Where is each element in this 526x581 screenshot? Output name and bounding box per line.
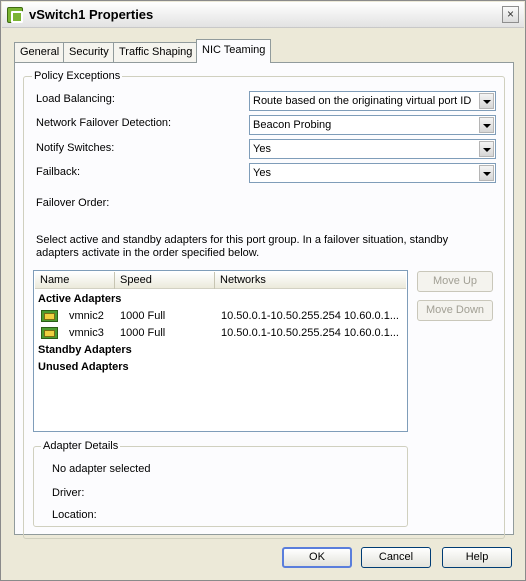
adapter-networks: 10.50.0.1-10.50.255.254 10.60.0.1... xyxy=(221,310,399,322)
table-row[interactable]: vmnic2 1000 Full 10.50.0.1-10.50.255.254… xyxy=(34,309,405,325)
failover-order-label: Failover Order: xyxy=(36,197,110,209)
title-bar[interactable]: vSwitch1 Properties × xyxy=(2,2,524,28)
chevron-down-icon[interactable] xyxy=(479,93,494,109)
move-down-button[interactable]: Move Down xyxy=(417,300,493,321)
move-up-button[interactable]: Move Up xyxy=(417,271,493,292)
adapter-speed: 1000 Full xyxy=(120,310,166,322)
failback-select[interactable]: Yes xyxy=(249,163,496,183)
failback-value: Yes xyxy=(253,167,271,179)
adapter-details-legend: Adapter Details xyxy=(41,440,121,452)
unused-adapters-group[interactable]: Unused Adapters xyxy=(38,361,129,373)
table-row[interactable]: vmnic3 1000 Full 10.50.0.1-10.50.255.254… xyxy=(34,326,405,342)
notify-switches-label: Notify Switches: xyxy=(36,142,115,154)
active-adapters-group[interactable]: Active Adapters xyxy=(38,293,121,305)
chevron-down-icon[interactable] xyxy=(479,141,494,157)
adapter-status-text: No adapter selected xyxy=(52,463,151,475)
adapter-name: vmnic2 xyxy=(69,310,104,322)
location-label: Location: xyxy=(52,509,97,521)
tab-traffic-shaping[interactable]: Traffic Shaping xyxy=(113,42,199,62)
tab-general[interactable]: General xyxy=(14,42,66,62)
adapter-name: vmnic3 xyxy=(69,327,104,339)
adapters-list[interactable]: Name Speed Networks Active Adapters vmni… xyxy=(33,270,408,432)
chevron-down-icon[interactable] xyxy=(479,165,494,181)
policy-exceptions-legend: Policy Exceptions xyxy=(32,70,123,82)
window-title: vSwitch1 Properties xyxy=(29,7,154,22)
notify-switches-select[interactable]: Yes xyxy=(249,139,496,159)
column-speed[interactable]: Speed xyxy=(115,272,215,289)
failover-detection-select[interactable]: Beacon Probing xyxy=(249,115,496,135)
network-adapter-icon xyxy=(41,327,58,339)
list-header: Name Speed Networks xyxy=(35,272,406,289)
adapter-details-group: Adapter Details No adapter selected Driv… xyxy=(33,440,408,527)
tab-nic-teaming[interactable]: NIC Teaming xyxy=(196,39,272,63)
load-balancing-label: Load Balancing: xyxy=(36,93,115,105)
column-networks[interactable]: Networks xyxy=(215,272,406,289)
instructions-line-2: adapters activate in the order specified… xyxy=(36,247,260,259)
failback-label: Failback: xyxy=(36,166,81,178)
notify-switches-value: Yes xyxy=(253,143,271,155)
driver-label: Driver: xyxy=(52,487,85,499)
properties-dialog: vSwitch1 Properties × General Security T… xyxy=(0,0,526,581)
failover-detection-label: Network Failover Detection: xyxy=(36,117,172,129)
cancel-button[interactable]: Cancel xyxy=(361,547,431,568)
load-balancing-value: Route based on the originating virtual p… xyxy=(253,95,472,107)
tab-security[interactable]: Security xyxy=(63,42,115,62)
help-button[interactable]: Help xyxy=(442,547,512,568)
failover-detection-value: Beacon Probing xyxy=(253,119,332,131)
close-button[interactable]: × xyxy=(502,6,519,23)
vsphere-app-icon xyxy=(7,7,23,23)
network-adapter-icon xyxy=(41,310,58,322)
column-name[interactable]: Name xyxy=(35,272,115,289)
adapter-speed: 1000 Full xyxy=(120,327,166,339)
nic-teaming-panel: Policy Exceptions Load Balancing: Route … xyxy=(14,62,514,539)
load-balancing-select[interactable]: Route based on the originating virtual p… xyxy=(249,91,496,111)
instructions-line-1: Select active and standby adapters for t… xyxy=(36,234,449,246)
chevron-down-icon[interactable] xyxy=(479,117,494,133)
standby-adapters-group[interactable]: Standby Adapters xyxy=(38,344,132,356)
ok-button[interactable]: OK xyxy=(282,547,352,568)
adapter-networks: 10.50.0.1-10.50.255.254 10.60.0.1... xyxy=(221,327,399,339)
